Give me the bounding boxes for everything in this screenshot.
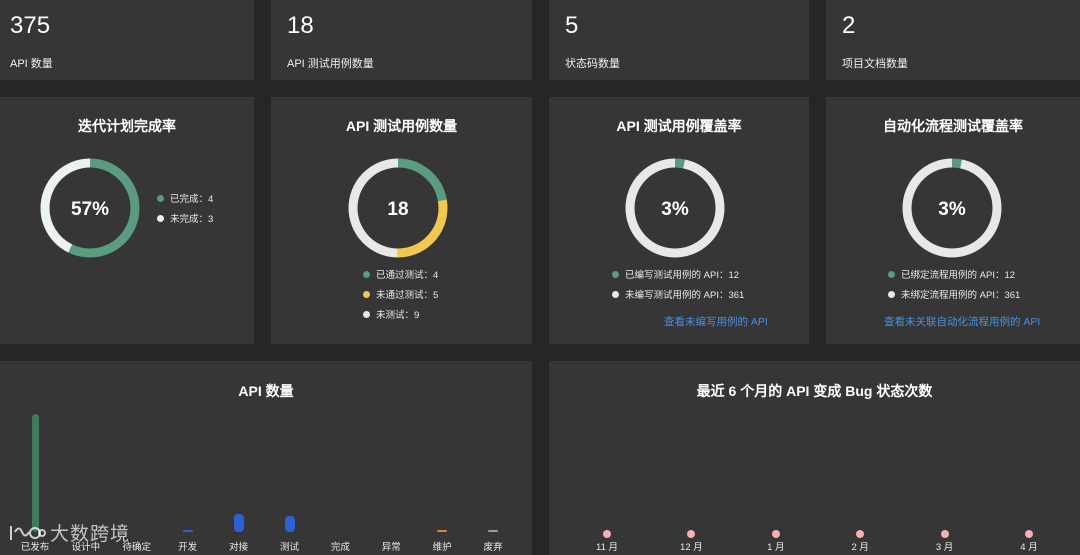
x-axis-label: 废弃: [483, 542, 503, 553]
legend-item[interactable]: 已编写测试用例的 API：12: [612, 264, 744, 284]
view-unlinked-automation-api-link[interactable]: 查看未关联自动化流程用例的 API: [884, 314, 1040, 329]
bug-data-point[interactable]: [771, 530, 780, 538]
legend-label: 未绑定流程用例的 API：361: [901, 290, 1021, 301]
x-axis-label: 3 月: [935, 542, 954, 553]
x-axis-label: 维护: [432, 542, 452, 553]
legend-item[interactable]: 未测试：9: [363, 304, 438, 324]
stat-value: 2: [842, 12, 856, 39]
bug-data-point[interactable]: [940, 530, 949, 538]
legend-dot-icon: [612, 290, 619, 298]
automation-coverage-card: 自动化流程测试覆盖率 3% 已绑定流程用例的 API：12 未绑定流程用例的 AP…: [826, 97, 1080, 344]
legend-dot-icon: [363, 270, 370, 278]
api-bar[interactable]: [233, 514, 244, 532]
stat-value: 375: [10, 12, 51, 39]
x-axis-label: 12 月: [680, 542, 703, 553]
stat-value: 5: [565, 12, 579, 39]
legend-label: 未测试：9: [376, 310, 420, 321]
stat-label: 项目文档数量: [842, 58, 908, 70]
legend-label: 未编写测试用例的 API：361: [625, 290, 745, 301]
card-title: 迭代计划完成率: [78, 118, 176, 134]
stat-label: 状态码数量: [565, 58, 620, 70]
brand-logo-icon: [10, 525, 46, 540]
x-axis-label: 2 月: [851, 542, 869, 553]
api-bar[interactable]: [437, 530, 448, 532]
x-axis-label: 异常: [381, 542, 401, 553]
donut-center-value: 3%: [661, 199, 689, 220]
stat-label: API 数量: [10, 58, 53, 70]
iteration-completion-card: 迭代计划完成率 57% 已完成：4 未完成：3: [0, 97, 254, 344]
api-bar[interactable]: [182, 530, 193, 532]
donut-center-value: 3%: [938, 199, 966, 220]
x-axis-label: 对接: [229, 542, 249, 553]
x-axis-label: 测试: [279, 542, 299, 553]
legend-label: 已绑定流程用例的 API：12: [901, 270, 1016, 281]
x-axis-label: 开发: [178, 542, 198, 553]
legend-dot-icon: [888, 270, 895, 278]
chart-legend: 已编写测试用例的 API：12 未编写测试用例的 API：361: [612, 264, 744, 304]
legend-label: 未完成：3: [170, 214, 214, 225]
legend-dot-icon: [363, 310, 370, 318]
test-case-count-card: API 测试用例数量 18 已通过测试：4 未通过测试：5 未测试：9: [271, 97, 532, 344]
legend-item[interactable]: 未完成：3: [157, 208, 213, 228]
card-title: API 测试用例数量: [345, 118, 458, 134]
bug-trend-chart: 11 月 12 月 1 月 2 月 3 月 4 月: [549, 361, 1080, 555]
legend-label: 已编写测试用例的 API：12: [625, 270, 740, 281]
legend-dot-icon: [157, 214, 164, 222]
legend-item[interactable]: 已绑定流程用例的 API：12: [888, 264, 1020, 284]
bug-data-point[interactable]: [603, 530, 611, 538]
api-bar[interactable]: [488, 530, 499, 532]
x-axis-label: 4 月: [1020, 542, 1038, 553]
x-axis-label: 完成: [330, 542, 350, 553]
legend-dot-icon: [612, 270, 619, 278]
automation-coverage-donut-chart: 3%: [902, 158, 1002, 258]
stat-value: 18: [287, 12, 314, 39]
test-case-donut-chart: 18: [348, 158, 448, 258]
view-untested-api-link[interactable]: 查看未编写用例的 API: [664, 314, 768, 329]
stat-card-test-case-count: 18 API 测试用例数量: [271, 0, 532, 80]
legend-item[interactable]: 未绑定流程用例的 API：361: [888, 284, 1020, 304]
legend-dot-icon: [888, 290, 895, 298]
donut-center-value: 18: [387, 199, 408, 220]
legend-dot-icon: [363, 290, 370, 298]
x-axis-label: 1 月: [767, 542, 785, 553]
test-coverage-card: API 测试用例覆盖率 3% 已编写测试用例的 API：12 未编写测试用例的 A…: [549, 97, 809, 344]
test-coverage-donut-chart: 3%: [625, 158, 725, 258]
bug-data-point[interactable]: [856, 530, 865, 538]
completion-donut-chart: 57%: [40, 158, 140, 258]
watermark: 大数跨境: [8, 519, 130, 546]
legend-item[interactable]: 未通过测试：5: [363, 284, 438, 304]
legend-label: 已通过测试：4: [376, 270, 439, 281]
legend-label: 未通过测试：5: [376, 290, 439, 301]
donut-center-value: 57%: [71, 199, 109, 220]
legend-item[interactable]: 已完成：4: [157, 188, 213, 208]
api-bar[interactable]: [284, 516, 295, 532]
chart-legend: 已通过测试：4 未通过测试：5 未测试：9: [363, 264, 438, 324]
legend-dot-icon: [157, 194, 164, 202]
chart-legend: 已绑定流程用例的 API：12 未绑定流程用例的 API：361: [888, 264, 1020, 304]
legend-item[interactable]: 已通过测试：4: [363, 264, 438, 284]
bug-trend-chart-card: 最近 6 个月的 API 变成 Bug 状态次数 11 月 12 月1 月2 月3…: [549, 361, 1080, 555]
x-axis-label: 11 月: [595, 542, 618, 553]
chart-legend: 已完成：4 未完成：3: [157, 188, 213, 228]
bug-data-point[interactable]: [1025, 530, 1033, 538]
api-bar[interactable]: [31, 414, 39, 532]
stat-card-api-count: 375 API 数量: [0, 0, 254, 80]
card-title: API 测试用例覆盖率: [616, 118, 742, 134]
legend-label: 已完成：4: [170, 194, 214, 205]
bug-data-point[interactable]: [687, 530, 696, 538]
stat-card-status-code-count: 5 状态码数量: [549, 0, 809, 80]
watermark-text: 大数跨境: [50, 524, 131, 545]
stat-card-doc-count: 2 项目文档数量: [826, 0, 1080, 80]
legend-item[interactable]: 未编写测试用例的 API：361: [612, 284, 744, 304]
card-title: 自动化流程测试覆盖率: [883, 118, 1023, 134]
stat-label: API 测试用例数量: [287, 58, 374, 70]
